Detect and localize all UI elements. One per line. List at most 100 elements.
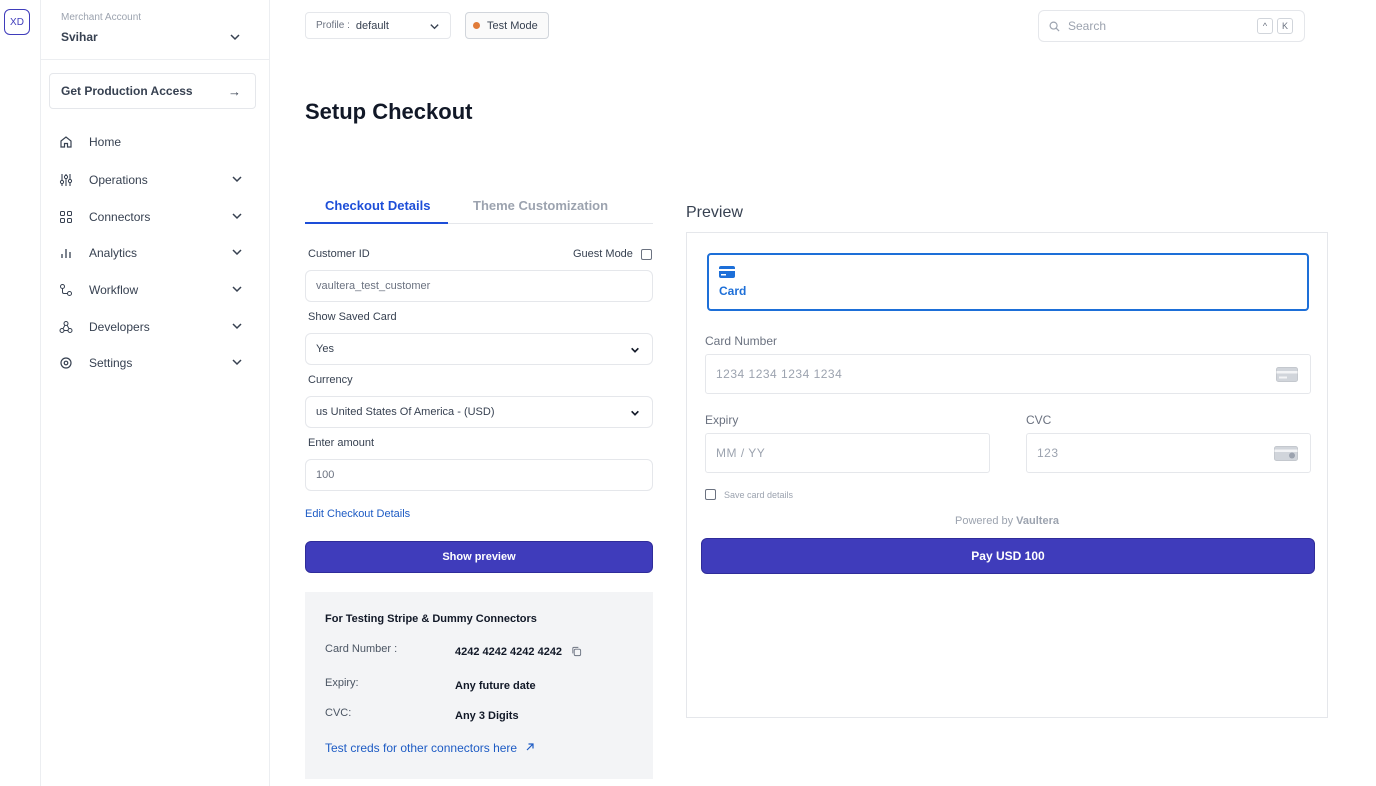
sidebar-divider: [41, 59, 270, 60]
test-card-number: 4242 4242 4242 4242: [455, 646, 563, 658]
checkout-preview: Card Card Number 1234 1234 1234 1234 Exp…: [686, 232, 1328, 718]
test-mode-label: Test Mode: [487, 19, 538, 32]
chevron-down-icon: [232, 359, 242, 366]
amount-input[interactable]: 100: [305, 459, 653, 491]
currency-select[interactable]: us United States Of America - (USD): [305, 396, 653, 428]
shortcut-key-ctrl: ^: [1257, 18, 1273, 34]
sidebar-item-label: Home: [89, 135, 122, 149]
sidebar-item-operations[interactable]: Operations: [59, 168, 245, 192]
test-creds-link-label: Test creds for other connectors here: [325, 741, 518, 755]
cvc-key: CVC:: [325, 707, 352, 719]
sidebar-item-label: Connectors: [89, 210, 151, 224]
expiry-key: Expiry:: [325, 677, 359, 689]
search-input[interactable]: Search ^ K: [1038, 10, 1305, 42]
operations-icon: [59, 174, 73, 186]
card-payment-method-tab[interactable]: Card: [707, 253, 1309, 311]
edit-checkout-details-link[interactable]: Edit Checkout Details: [305, 508, 410, 520]
tab-checkout-details[interactable]: Checkout Details: [325, 198, 430, 213]
expiry-input[interactable]: MM / YY: [705, 433, 990, 473]
pay-button[interactable]: Pay USD 100: [701, 538, 1315, 574]
chevron-down-icon: [631, 410, 639, 416]
get-production-access-button[interactable]: Get Production Access →: [49, 73, 256, 109]
test-mode-badge[interactable]: Test Mode: [465, 12, 549, 39]
show-preview-button[interactable]: Show preview: [305, 541, 653, 573]
sidebar-item-label: Settings: [89, 356, 133, 370]
cvc-label: CVC: [1026, 413, 1052, 427]
workflow-icon: [60, 284, 72, 296]
profile-label: Profile :: [316, 20, 350, 31]
merchant-account-label: Merchant Account: [61, 12, 142, 23]
analytics-icon: [61, 249, 71, 258]
saved-card-value: Yes: [316, 343, 334, 355]
developers-icon: [59, 321, 73, 333]
workspace-avatar[interactable]: XD: [4, 9, 30, 35]
save-card-toggle[interactable]: Save card details: [705, 489, 793, 500]
guest-mode-toggle[interactable]: Guest Mode: [573, 248, 652, 260]
settings-icon: [60, 357, 72, 369]
card-tab-label: Card: [719, 284, 747, 298]
sidebar-item-connectors[interactable]: Connectors: [59, 205, 245, 229]
test-creds-link[interactable]: Test creds for other connectors here: [325, 741, 535, 755]
amount-label: Enter amount: [308, 437, 375, 449]
card-number-key: Card Number :: [325, 643, 398, 655]
profile-select[interactable]: Profile : default: [305, 12, 451, 39]
cvc-placeholder: 123: [1037, 446, 1059, 460]
cvc-input[interactable]: 123: [1026, 433, 1311, 473]
testing-panel-title: For Testing Stripe & Dummy Connectors: [325, 613, 537, 625]
expiry-value: Any future date: [455, 680, 536, 692]
active-tab-indicator: [305, 222, 448, 224]
chevron-down-icon[interactable]: [229, 31, 241, 43]
chevron-down-icon: [232, 176, 242, 183]
page-title: Setup Checkout: [305, 99, 473, 124]
saved-card-label: Show Saved Card: [308, 311, 397, 323]
card-number-value: 4242 4242 4242 4242: [455, 646, 582, 658]
customer-id-input[interactable]: vaultera_test_customer: [305, 270, 653, 302]
sidebar-item-label: Analytics: [89, 246, 138, 260]
guest-mode-checkbox[interactable]: [640, 248, 652, 260]
merchant-name[interactable]: Svihar: [61, 30, 98, 44]
chevron-down-icon: [232, 323, 242, 330]
credit-card-icon: [1276, 367, 1298, 382]
saved-card-select[interactable]: Yes: [305, 333, 653, 365]
save-card-checkbox[interactable]: [705, 489, 716, 500]
sidebar-item-workflow[interactable]: Workflow: [59, 278, 245, 302]
external-link-icon: [527, 743, 535, 751]
cvc-card-icon: [1274, 446, 1298, 461]
chevron-down-icon: [631, 347, 639, 353]
card-number-input[interactable]: 1234 1234 1234 1234: [705, 354, 1311, 394]
left-rail: XD: [0, 0, 41, 786]
testing-credentials-panel: For Testing Stripe & Dummy Connectors Ca…: [305, 592, 653, 779]
arrow-right-icon: →: [228, 84, 241, 99]
card-icon: [719, 266, 735, 278]
chevron-down-icon: [430, 24, 439, 30]
home-icon: [60, 136, 72, 148]
powered-by: Powered by Vaultera: [687, 515, 1327, 527]
expiry-placeholder: MM / YY: [716, 446, 766, 460]
status-dot-icon: [473, 22, 480, 29]
chevron-down-icon: [232, 249, 242, 256]
sidebar-item-label: Developers: [89, 320, 150, 334]
sidebar-item-developers[interactable]: Developers: [59, 315, 245, 339]
currency-value: us United States Of America - (USD): [316, 406, 495, 418]
tab-theme-customization[interactable]: Theme Customization: [473, 198, 608, 213]
checkout-tabs: Checkout Details Theme Customization: [305, 194, 653, 224]
sidebar-item-label: Workflow: [89, 283, 139, 297]
card-number-placeholder: 1234 1234 1234 1234: [716, 367, 843, 381]
preview-title: Preview: [686, 204, 743, 221]
sidebar-item-label: Operations: [89, 173, 148, 187]
expiry-label: Expiry: [705, 413, 739, 427]
guest-mode-label: Guest Mode: [573, 248, 633, 260]
profile-value: default: [355, 19, 389, 32]
production-access-label: Get Production Access: [61, 84, 193, 98]
sidebar-item-home[interactable]: Home: [59, 130, 245, 154]
copy-icon[interactable]: [571, 646, 582, 657]
sidebar-item-settings[interactable]: Settings: [59, 351, 245, 375]
search-icon: [1049, 21, 1060, 32]
card-number-label: Card Number: [705, 334, 778, 348]
search-placeholder: Search: [1068, 19, 1107, 33]
shortcut-key-k: K: [1277, 18, 1293, 34]
save-card-label: Save card details: [724, 489, 794, 500]
chevron-down-icon: [232, 286, 242, 293]
cvc-value: Any 3 Digits: [455, 710, 519, 722]
sidebar-item-analytics[interactable]: Analytics: [59, 241, 245, 265]
